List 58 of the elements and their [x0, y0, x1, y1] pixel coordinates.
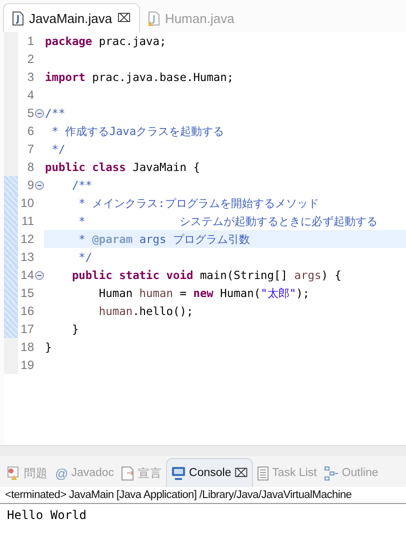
- code-line: }: [70, 322, 79, 336]
- line-number: 4: [26, 88, 34, 102]
- code-line: * メインクラス:プログラムを開始するメソッド: [78, 196, 319, 210]
- code-line: */: [78, 250, 92, 264]
- collapse-icon[interactable]: [34, 180, 44, 190]
- line-number: 5: [26, 106, 34, 120]
- line-number: 9: [26, 178, 34, 192]
- line-number: 19: [20, 358, 34, 372]
- panel-tab[interactable]: 宣言: [118, 459, 166, 487]
- line-number: 7: [26, 142, 34, 156]
- code-line: /**: [45, 106, 66, 120]
- console-output: Hello World: [7, 508, 86, 522]
- monitor-icon: [171, 466, 186, 480]
- code-line: * システムが起動するときに必ず起動する: [78, 214, 378, 228]
- code-line: */: [50, 142, 66, 156]
- editor-tab[interactable]: Human.java: [140, 4, 242, 32]
- line-number: 17: [20, 322, 34, 336]
- editor-tab[interactable]: JavaMain.java ⌧: [3, 3, 140, 32]
- close-button[interactable]: ⌧: [117, 11, 131, 25]
- line-number: 18: [20, 340, 34, 354]
- java-file-icon: [148, 10, 160, 26]
- panel-tab[interactable]: 問題: [4, 459, 51, 487]
- javadoc-icon: @: [55, 466, 68, 480]
- code-line: * @param args プログラム引数: [78, 232, 250, 246]
- panel-tab[interactable]: Outline: [320, 459, 382, 487]
- line-number: 2: [26, 52, 34, 66]
- panel-tab[interactable]: Console ⌧: [166, 458, 254, 487]
- line-number: 15: [20, 286, 34, 300]
- code-line: human.hello();: [98, 304, 194, 318]
- code-line: /**: [70, 178, 92, 192]
- code-line: public class JavaMain {: [45, 160, 200, 174]
- panel-tab[interactable]: Task List: [254, 459, 320, 487]
- line-number: 16: [20, 304, 34, 318]
- console-header: <terminated> JavaMain [Java Application] /Library/Java/JavaVirtualMachine: [0, 487, 406, 504]
- panel-tab[interactable]: @ Javadoc: [52, 459, 118, 487]
- line-number: 3: [26, 70, 34, 84]
- line-number: 11: [20, 214, 34, 228]
- list-icon: [257, 466, 270, 480]
- line-number: 6: [26, 124, 34, 138]
- code-line: public static void main(String[] args) {: [70, 268, 342, 282]
- close-button[interactable]: ⌧: [234, 466, 248, 480]
- code-line: import prac.java.base.Human;: [45, 70, 234, 84]
- code-line: }: [45, 340, 52, 354]
- collapse-icon[interactable]: [34, 270, 44, 280]
- collapse-icon[interactable]: [34, 108, 44, 118]
- problems-icon: [7, 466, 21, 480]
- line-number: 13: [20, 250, 34, 264]
- document-icon: [121, 466, 136, 480]
- outline-icon: [324, 466, 339, 480]
- code-line: * 作成するJavaクラスを起動する: [50, 124, 224, 138]
- line-number: 14: [20, 268, 34, 282]
- line-number: 8: [26, 160, 34, 174]
- line-number: 12: [20, 232, 34, 246]
- line-number: 1: [26, 34, 34, 48]
- code-line: package prac.java;: [45, 34, 166, 48]
- code-line: Human human = new Human("太郎");: [98, 286, 310, 300]
- java-file-icon: [12, 10, 24, 26]
- line-number: 10: [20, 196, 34, 210]
